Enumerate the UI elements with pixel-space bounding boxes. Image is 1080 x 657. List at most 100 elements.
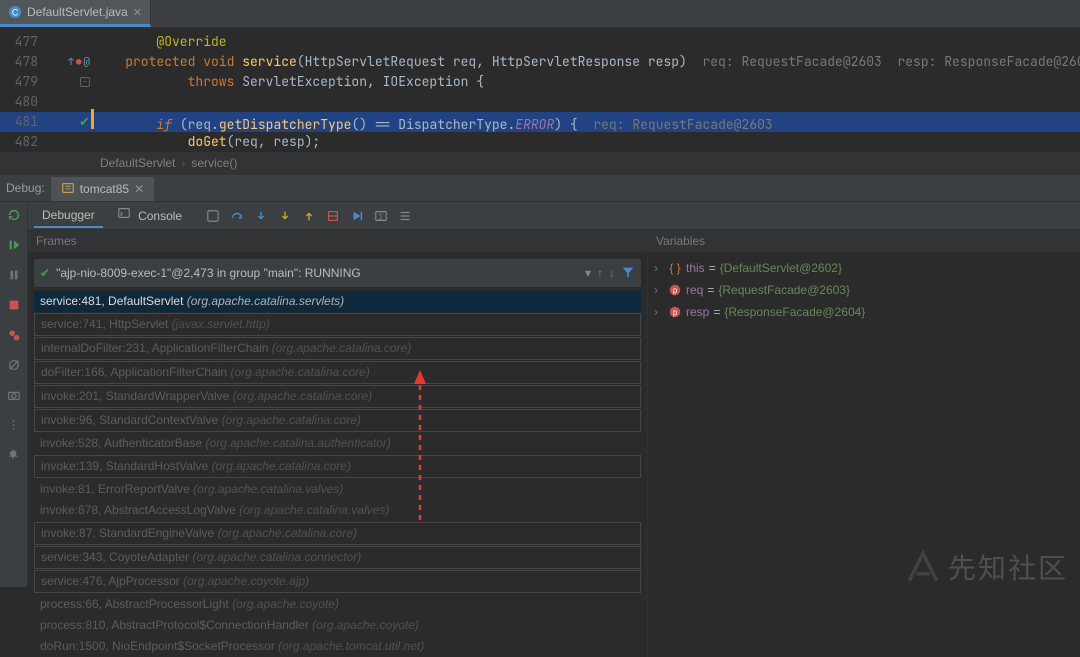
breadcrumb-class[interactable]: DefaultServlet	[100, 156, 175, 170]
svg-text:p: p	[673, 308, 678, 317]
frame-item[interactable]: process:810, AbstractProtocol$Connection…	[34, 615, 641, 636]
hierarchy-icon[interactable]: ●	[76, 52, 81, 72]
gutter[interactable]: ↑ ● @	[44, 52, 94, 72]
line-number: 482	[0, 132, 44, 152]
frame-item[interactable]: invoke:528, AuthenticatorBase (org.apach…	[34, 433, 641, 454]
tab-debugger-label: Debugger	[42, 208, 95, 222]
parameter-icon: p	[668, 283, 682, 297]
drop-frame-icon[interactable]	[326, 209, 340, 223]
svg-text:C: C	[12, 8, 18, 18]
expand-icon[interactable]: @	[83, 52, 90, 72]
chevron-down-icon[interactable]: ▾	[585, 266, 591, 280]
frame-item[interactable]: process:66, AbstractProcessorLight (org.…	[34, 594, 641, 615]
variable-name: this	[686, 257, 705, 279]
frame-item[interactable]: invoke:139, StandardHostValve (org.apach…	[34, 455, 641, 478]
frame-item[interactable]: invoke:96, StandardContextValve (org.apa…	[34, 409, 641, 432]
editor-tab-defaultservlet[interactable]: C DefaultServlet.java ✕	[0, 0, 151, 27]
tab-console[interactable]: Console	[109, 202, 190, 229]
step-into-icon[interactable]	[254, 209, 268, 223]
step-out-icon[interactable]	[302, 209, 316, 223]
java-class-icon: C	[8, 5, 22, 19]
override-up-icon[interactable]: ↑	[68, 52, 74, 72]
frame-item[interactable]: service:476, AjpProcessor (org.apache.co…	[34, 570, 641, 593]
chevron-right-icon[interactable]: ›	[654, 257, 664, 279]
show-execution-point-icon[interactable]	[206, 209, 220, 223]
breadcrumb-method[interactable]: service()	[191, 156, 237, 170]
pause-icon[interactable]	[7, 268, 21, 282]
frame-item[interactable]: service:481, DefaultServlet (org.apache.…	[34, 291, 641, 312]
line-number: 480	[0, 92, 44, 112]
console-icon	[117, 209, 134, 223]
chevron-right-icon: ›	[181, 156, 185, 170]
frame-item[interactable]: invoke:678, AbstractAccessLogValve (org.…	[34, 500, 641, 521]
collapse-icon[interactable]: -	[80, 77, 90, 87]
parameter-icon: p	[668, 305, 682, 319]
frame-item[interactable]: invoke:87, StandardEngineValve (org.apac…	[34, 522, 641, 545]
stop-icon[interactable]	[7, 298, 21, 312]
variable-name: req	[686, 279, 703, 301]
next-frame-icon[interactable]: ↓	[609, 266, 615, 280]
current-execution-line: 481 ✔ if (req.getDispatcherType() == Dis…	[0, 112, 1080, 132]
trace-icon[interactable]	[398, 209, 412, 223]
watermark-text: 先知社区	[948, 547, 1068, 587]
frame-item[interactable]: service:343, CoyoteAdapter (org.apache.c…	[34, 546, 641, 569]
gutter[interactable]: -	[44, 77, 94, 87]
camera-icon[interactable]	[7, 388, 21, 402]
variable-value: {DefaultServlet@2602}	[720, 257, 842, 279]
checkmark-icon: ✔	[40, 266, 50, 280]
variable-row[interactable]: ›presp = {ResponseFacade@2604}	[654, 301, 1074, 323]
watermark: 先知社区	[906, 547, 1068, 587]
filter-icon[interactable]	[621, 265, 635, 282]
line-number: 477	[0, 32, 44, 52]
tab-debugger[interactable]: Debugger	[34, 204, 103, 228]
frame-item[interactable]: internalDoFilter:231, ApplicationFilterC…	[34, 337, 641, 360]
braces-icon: { }	[668, 261, 682, 275]
variable-value: {RequestFacade@2603}	[718, 279, 850, 301]
variable-list[interactable]: ›{ }this = {DefaultServlet@2602}›preq = …	[648, 253, 1080, 327]
variable-value: {ResponseFacade@2604}	[724, 301, 865, 323]
frames-panel: Frames ✔ "ajp-nio-8009-exec-1"@2,473 in …	[28, 230, 648, 657]
thread-selector[interactable]: ✔ "ajp-nio-8009-exec-1"@2,473 in group "…	[34, 259, 641, 287]
checkmark-icon: ✔	[79, 112, 90, 132]
frame-item[interactable]: service:741, HttpServlet (javax.servlet.…	[34, 313, 641, 336]
line-number: 478	[0, 52, 44, 72]
svg-text:p: p	[673, 286, 678, 295]
breadcrumb[interactable]: DefaultServlet › service()	[0, 152, 1080, 174]
evaluate-expression-icon[interactable]: ∑	[374, 209, 388, 223]
debugger-toolbar: Debugger Console ∑	[28, 202, 1080, 230]
gutter[interactable]: ✔	[44, 112, 94, 132]
line-number: 479	[0, 72, 44, 92]
tab-console-label: Console	[138, 209, 182, 223]
code-editor[interactable]: 477 @Override 478 ↑ ● @ protected void s…	[0, 28, 1080, 152]
frame-item[interactable]: doFilter:166, ApplicationFilterChain (or…	[34, 361, 641, 384]
frame-item[interactable]: doRun:1500, NioEndpoint$SocketProcessor …	[34, 636, 641, 657]
view-breakpoints-icon[interactable]	[7, 328, 21, 342]
variable-row[interactable]: ›{ }this = {DefaultServlet@2602}	[654, 257, 1074, 279]
chevron-right-icon[interactable]: ›	[654, 279, 664, 301]
settings-icon[interactable]: ⋮	[8, 418, 20, 432]
frame-item[interactable]: invoke:201, StandardWrapperValve (org.ap…	[34, 385, 641, 408]
variable-row[interactable]: ›preq = {RequestFacade@2603}	[654, 279, 1074, 301]
run-to-cursor-icon[interactable]	[350, 209, 364, 223]
pin-icon[interactable]	[7, 448, 21, 462]
debug-config-label: tomcat85	[80, 182, 129, 196]
chevron-right-icon[interactable]: ›	[654, 301, 664, 323]
prev-frame-icon[interactable]: ↑	[597, 266, 603, 280]
variable-name: resp	[686, 301, 709, 323]
debug-config-tab[interactable]: tomcat85 ✕	[51, 175, 154, 201]
editor-tab-label: DefaultServlet.java	[27, 5, 128, 19]
resume-icon[interactable]	[7, 238, 21, 252]
frame-item[interactable]: invoke:81, ErrorReportValve (org.apache.…	[34, 479, 641, 500]
variables-panel: Variables ›{ }this = {DefaultServlet@260…	[648, 230, 1080, 657]
rerun-icon[interactable]	[7, 208, 21, 222]
force-step-into-icon[interactable]	[278, 209, 292, 223]
frame-list[interactable]: service:481, DefaultServlet (org.apache.…	[28, 291, 647, 657]
frames-title: Frames	[28, 230, 647, 253]
close-icon[interactable]: ✕	[134, 182, 144, 196]
debug-left-rail: ⋮	[0, 202, 28, 587]
close-icon[interactable]: ✕	[133, 6, 142, 19]
mute-breakpoints-icon[interactable]	[7, 358, 21, 372]
debug-window-label: Debug:	[6, 181, 45, 195]
step-over-icon[interactable]	[230, 209, 244, 223]
debug-toolwindow-header: Debug: tomcat85 ✕	[0, 174, 1080, 202]
